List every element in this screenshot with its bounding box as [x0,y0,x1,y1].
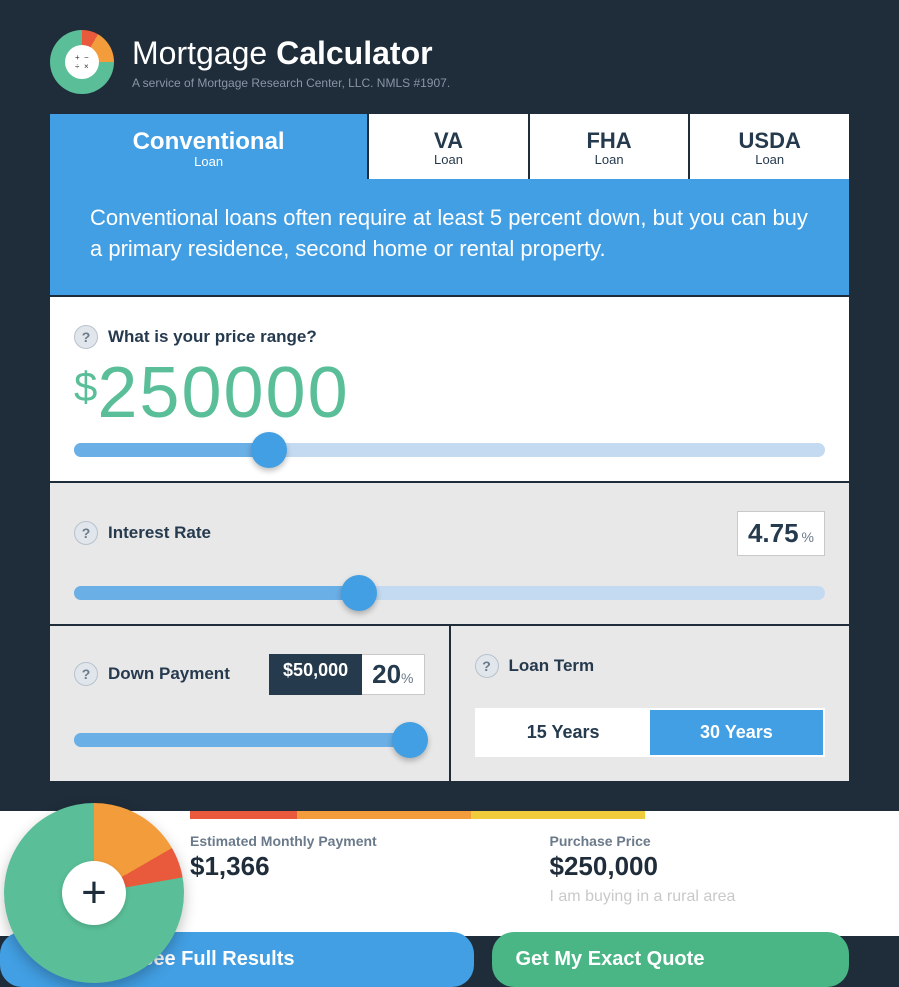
term-toggle: 15 Years 30 Years [475,708,826,757]
help-icon[interactable]: ? [74,662,98,686]
term-label: Loan Term [509,656,595,676]
svg-text:÷: ÷ [75,62,80,71]
purchase-price-value: $250,000 [550,851,860,882]
down-slider[interactable] [74,733,425,747]
down-label: Down Payment [108,664,230,684]
loan-description: Conventional loans often require at leas… [50,179,849,295]
slider-thumb[interactable] [392,722,428,758]
rate-label: Interest Rate [108,523,211,543]
payment-value: $1,366 [190,851,500,882]
payment-label: Estimated Monthly Payment [190,833,500,849]
down-payment-panel: ? Down Payment $50,000 20 % [50,626,449,781]
help-icon[interactable]: ? [74,521,98,545]
help-icon[interactable]: ? [74,325,98,349]
term-15-button[interactable]: 15 Years [477,710,650,755]
rate-input[interactable]: 4.75 % [737,511,825,556]
svg-text:−: − [84,53,89,62]
svg-text:×: × [84,62,89,71]
purchase-price-label: Purchase Price [550,833,860,849]
tab-conventional[interactable]: Conventional Loan [50,114,367,179]
breakdown-bar [190,811,859,819]
breakdown-donut-icon[interactable]: + [4,803,184,983]
logo-glyph: + − ÷ × [65,45,99,79]
header: + − ÷ × Mortgage Calculator A service of… [0,0,899,114]
tab-usda[interactable]: USDA Loan [690,114,849,179]
loan-type-tabs: Conventional Loan VA Loan FHA Loan USDA … [0,114,899,179]
tab-fha[interactable]: FHA Loan [530,114,689,179]
page-title: Mortgage Calculator [132,35,450,72]
price-label: What is your price range? [108,327,317,347]
price-panel: ? What is your price range? $ 250000 [50,297,849,481]
slider-thumb[interactable] [341,575,377,611]
tab-va[interactable]: VA Loan [369,114,528,179]
price-value: $ 250000 [74,357,825,429]
slider-thumb[interactable] [251,432,287,468]
svg-text:+: + [75,53,80,62]
term-30-button[interactable]: 30 Years [650,710,823,755]
rural-hint: I am buying in a rural area [550,888,860,906]
page-subtitle: A service of Mortgage Research Center, L… [132,76,450,90]
price-slider[interactable] [74,443,825,457]
rate-panel: ? Interest Rate 4.75 % [50,483,849,624]
down-amount-input[interactable]: $50,000 [269,654,362,695]
down-percent-input[interactable]: 20 % [362,654,424,695]
logo-icon: + − ÷ × [50,30,114,94]
loan-term-panel: ? Loan Term 15 Years 30 Years [451,626,850,781]
help-icon[interactable]: ? [475,654,499,678]
get-quote-button[interactable]: Get My Exact Quote [492,932,850,987]
plus-icon: + [62,861,126,925]
rate-slider[interactable] [74,586,825,600]
